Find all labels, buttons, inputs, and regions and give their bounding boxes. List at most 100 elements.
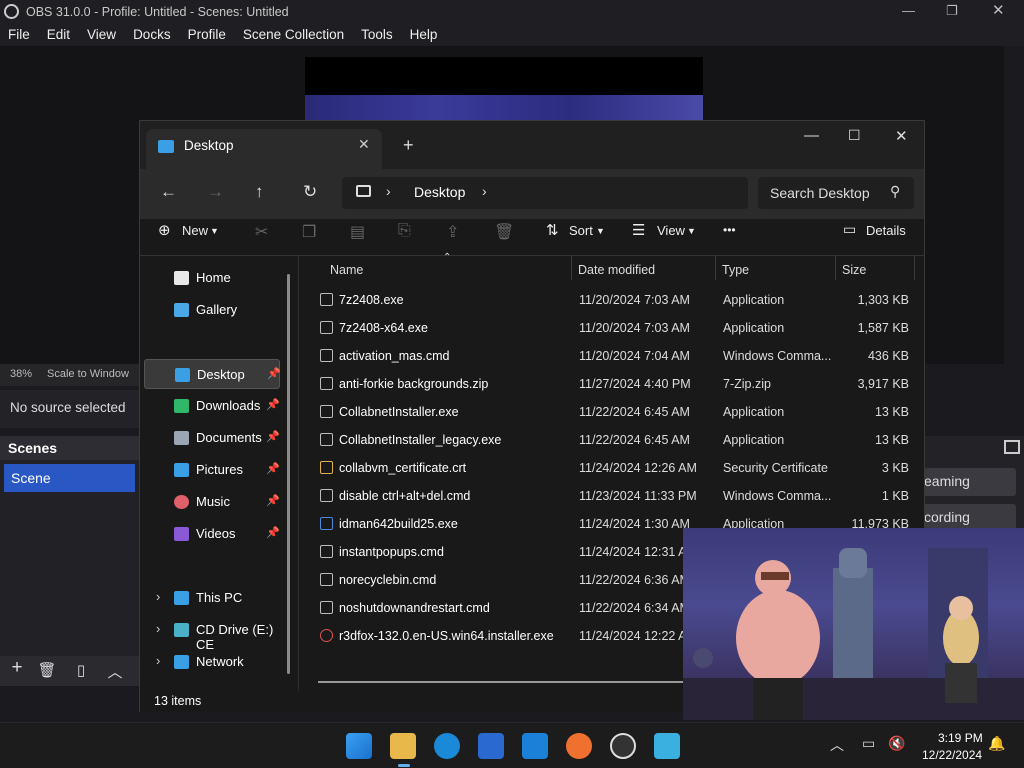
chevron-up-icon[interactable]: ︿: [830, 735, 844, 755]
copy-icon[interactable]: ❐: [302, 222, 316, 242]
start-icon[interactable]: [346, 733, 372, 759]
sidebar-item-downloads[interactable]: Downloads 📌: [144, 391, 280, 421]
pin-icon[interactable]: 📌: [266, 494, 280, 507]
column-separator[interactable]: [835, 256, 836, 280]
close-icon[interactable]: ✕: [895, 127, 908, 145]
sort-icon[interactable]: ⇅: [546, 221, 559, 239]
move-up-icon[interactable]: ︿: [104, 661, 126, 681]
menu-file[interactable]: File: [0, 24, 39, 46]
sidebar-item-network[interactable]: › Network: [144, 647, 280, 677]
add-scene-icon[interactable]: +: [6, 657, 28, 678]
pin-icon[interactable]: 📌: [266, 430, 280, 443]
sidebar-scrollbar[interactable]: [287, 274, 290, 674]
sidebar-item-documents[interactable]: Documents 📌: [144, 423, 280, 453]
menu-docks[interactable]: Docks: [125, 24, 180, 46]
paste-icon[interactable]: ▤: [350, 222, 365, 242]
remove-scene-icon[interactable]: 🗑: [36, 661, 58, 681]
pin-icon[interactable]: 📌: [266, 526, 280, 539]
refresh-icon[interactable]: ↻: [303, 182, 317, 202]
notepad-icon[interactable]: [654, 733, 680, 759]
address-bar[interactable]: › Desktop ›: [342, 177, 748, 209]
outlook-icon[interactable]: [522, 733, 548, 759]
notification-bell-icon[interactable]: 🔔: [988, 735, 1005, 752]
menu-profile[interactable]: Profile: [180, 24, 235, 46]
chevron-right-icon[interactable]: ›: [156, 589, 160, 604]
file-row[interactable]: 7z2408.exe 11/20/2024 7:03 AM Application 1…: [300, 286, 920, 314]
menu-view[interactable]: View: [79, 24, 125, 46]
undock-icon[interactable]: [1004, 440, 1020, 454]
column-separator[interactable]: [914, 256, 915, 280]
file-row[interactable]: anti-forkie backgrounds.zip 11/27/2024 4:…: [300, 370, 920, 398]
obs-close-icon[interactable]: ✕: [992, 1, 1005, 19]
sidebar-item-music[interactable]: Music 📌: [144, 487, 280, 517]
clock-date[interactable]: 12/22/2024: [922, 748, 982, 762]
chevron-right-icon[interactable]: ›: [156, 621, 160, 636]
file-row[interactable]: 7z2408-x64.exe 11/20/2024 7:03 AM Applicat…: [300, 314, 920, 342]
file-row[interactable]: collabvm_certificate.crt 11/24/2024 12:26…: [300, 454, 920, 482]
pin-icon[interactable]: 📌: [266, 398, 280, 411]
tab-desktop[interactable]: Desktop ✕: [146, 129, 382, 169]
scale-mode[interactable]: Scale to Window: [47, 368, 129, 380]
share-icon[interactable]: ⇪: [446, 222, 459, 242]
view-icon[interactable]: ☰: [632, 221, 645, 239]
new-icon[interactable]: ⊕: [158, 221, 171, 239]
tab-close-icon[interactable]: ✕: [358, 136, 370, 153]
cut-icon[interactable]: ✂: [255, 222, 268, 242]
view-button[interactable]: View: [657, 223, 685, 238]
clock-time[interactable]: 3:19 PM: [938, 731, 983, 745]
edge-icon[interactable]: [434, 733, 460, 759]
column-separator[interactable]: [571, 256, 572, 280]
obs-restore-icon[interactable]: ❐: [946, 3, 958, 19]
menu-edit[interactable]: Edit: [39, 24, 79, 46]
column-name[interactable]: Name: [330, 263, 363, 277]
firefox-icon[interactable]: [566, 733, 592, 759]
column-separator[interactable]: [715, 256, 716, 280]
chevron-right-icon[interactable]: ›: [386, 183, 391, 199]
sidebar-item-cd-drive[interactable]: › CD Drive (E:) CE: [144, 615, 280, 652]
more-options-icon[interactable]: •••: [723, 223, 736, 237]
new-tab-icon[interactable]: +: [403, 135, 414, 156]
volume-muted-icon[interactable]: 🔇: [888, 735, 905, 752]
search-box[interactable]: Search Desktop ⚲: [758, 177, 914, 209]
details-button[interactable]: Details: [866, 223, 906, 238]
forward-icon[interactable]: →: [207, 182, 224, 202]
file-row[interactable]: CollabnetInstaller_legacy.exe 11/22/2024 …: [300, 426, 920, 454]
sidebar-item-gallery[interactable]: Gallery: [144, 295, 280, 325]
sidebar-item-desktop[interactable]: Desktop 📌: [144, 359, 281, 389]
file-row[interactable]: activation_mas.cmd 11/20/2024 7:04 AM Wind…: [300, 342, 920, 370]
network-status-icon[interactable]: ▭: [862, 735, 875, 752]
menu-scene-collection[interactable]: Scene Collection: [235, 24, 353, 46]
column-type[interactable]: Type: [722, 263, 749, 277]
menu-help[interactable]: Help: [402, 24, 447, 46]
maximize-icon[interactable]: ☐: [848, 127, 861, 144]
pin-icon[interactable]: 📌: [267, 367, 281, 380]
file-explorer-icon[interactable]: [390, 733, 416, 759]
minimize-icon[interactable]: —: [804, 127, 819, 144]
file-row[interactable]: disable ctrl+alt+del.cmd 11/23/2024 11:33…: [300, 482, 920, 510]
up-icon[interactable]: ↑: [255, 182, 264, 202]
sidebar-item-this-pc[interactable]: › This PC: [144, 583, 280, 613]
delete-icon[interactable]: 🗑: [494, 222, 514, 242]
horizontal-scrollbar[interactable]: [318, 681, 686, 683]
start-streaming-button[interactable]: eaming: [924, 468, 1016, 496]
obs-icon[interactable]: [610, 733, 636, 759]
column-date[interactable]: Date modified: [578, 263, 655, 277]
scene-filters-icon[interactable]: ▯: [70, 661, 92, 681]
breadcrumb-desktop[interactable]: Desktop: [414, 184, 465, 200]
back-icon[interactable]: ←: [160, 182, 177, 202]
obs-minimize-icon[interactable]: —: [902, 3, 915, 18]
details-pane-icon[interactable]: ▭: [843, 221, 856, 238]
column-size[interactable]: Size: [842, 263, 866, 277]
file-row[interactable]: CollabnetInstaller.exe 11/22/2024 6:45 AM…: [300, 398, 920, 426]
new-button[interactable]: New: [182, 223, 208, 238]
chevron-right-icon[interactable]: ›: [482, 183, 487, 199]
sidebar-item-videos[interactable]: Videos 📌: [144, 519, 280, 549]
rename-icon[interactable]: ⎘: [398, 222, 411, 240]
chevron-right-icon[interactable]: ›: [156, 653, 160, 668]
pin-icon[interactable]: 📌: [266, 462, 280, 475]
menu-tools[interactable]: Tools: [353, 24, 402, 46]
scene-list-item[interactable]: Scene: [4, 464, 135, 492]
sort-button[interactable]: Sort: [569, 223, 593, 238]
store-icon[interactable]: [478, 733, 504, 759]
sidebar-item-pictures[interactable]: Pictures 📌: [144, 455, 280, 485]
